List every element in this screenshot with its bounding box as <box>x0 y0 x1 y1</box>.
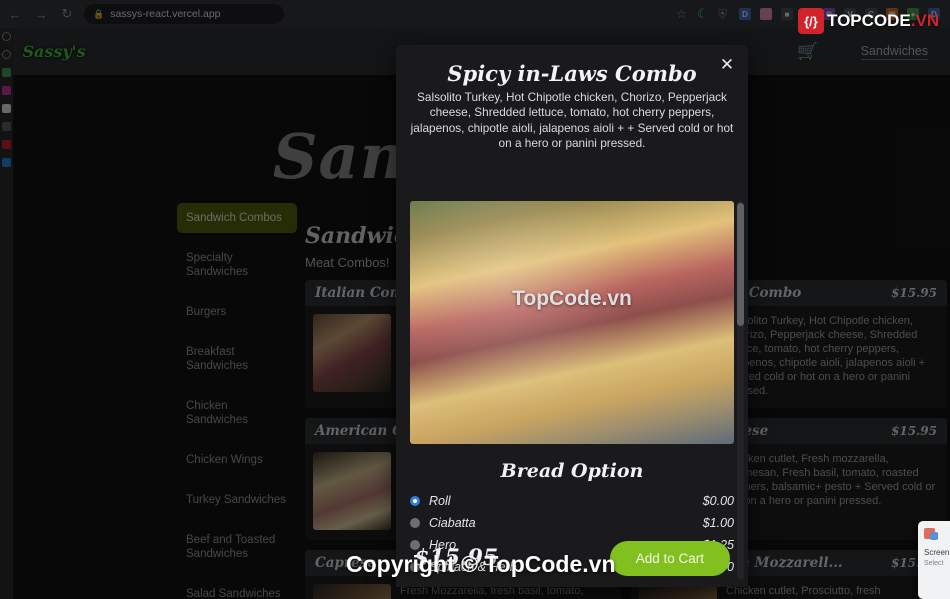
watermark-bottom: Copyright © TopCode.vn <box>346 551 616 577</box>
screenshot-popup-line2[interactable]: Select <box>924 558 950 569</box>
screenshot-capture-icon <box>924 528 938 540</box>
add-to-cart-button[interactable]: Add to Cart <box>609 540 730 576</box>
item-detail-modal: ✕ Spicy in-Laws Combo Salsolito Turkey, … <box>396 45 748 587</box>
screenshot-tool-popup[interactable]: Screen Select <box>918 521 950 599</box>
item-image: TopCode.vn <box>410 201 734 444</box>
modal-scroll-area: TopCode.vn Bread Option Roll $0.00 Ciabatt… <box>396 193 748 587</box>
image-watermark: TopCode.vn <box>512 287 632 310</box>
bread-option-row[interactable]: Roll $0.00 <box>410 494 734 508</box>
watermark-top-suffix: .VN <box>910 11 940 30</box>
modal-description: Salsolito Turkey, Hot Chipotle chicken, … <box>410 90 734 151</box>
bread-option-heading: Bread Option <box>500 460 644 482</box>
modal-title: Spicy in-Laws Combo <box>447 61 697 86</box>
bread-option-label: Ciabatta <box>429 516 476 530</box>
bread-option-radio[interactable] <box>410 496 420 506</box>
close-icon[interactable]: ✕ <box>716 53 738 75</box>
bread-option-label: Roll <box>429 494 451 508</box>
watermark-top: {/} TOPCODE.VN <box>798 8 939 34</box>
watermark-top-main: TOPCODE <box>827 11 911 30</box>
bread-option-price: $1.00 <box>702 516 734 530</box>
bread-option-price: $0.00 <box>702 494 734 508</box>
bread-option-row[interactable]: Ciabatta $1.00 <box>410 516 734 530</box>
modal-scrollbar-thumb[interactable] <box>737 203 744 326</box>
watermark-logo-badge: {/} <box>798 8 824 34</box>
watermark-top-text: TOPCODE.VN <box>827 11 939 31</box>
bread-option-radio[interactable] <box>410 518 420 528</box>
screenshot-popup-line1[interactable]: Screen <box>924 547 950 558</box>
